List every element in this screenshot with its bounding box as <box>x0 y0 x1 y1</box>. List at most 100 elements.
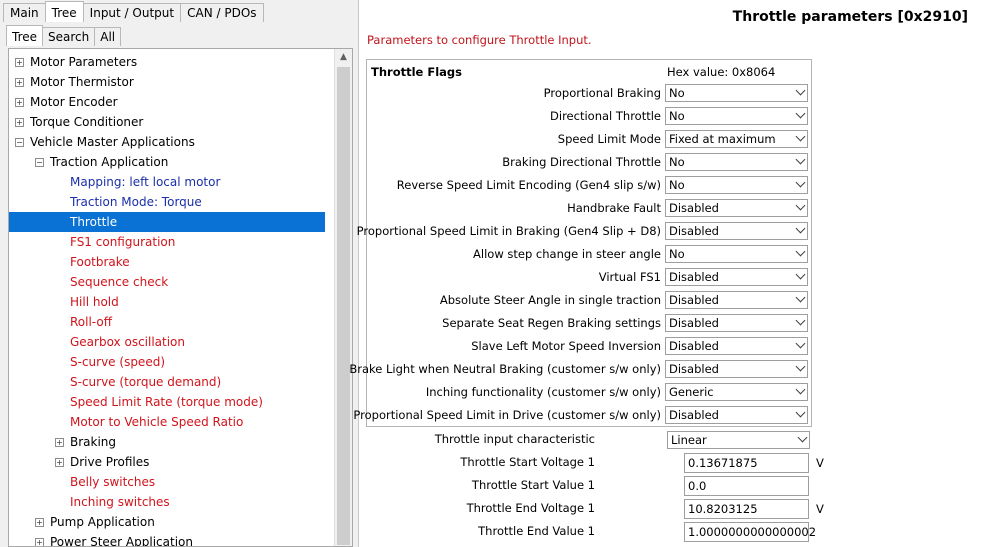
flag-row: Separate Seat Regen Braking settings Disa… <box>367 313 811 333</box>
flag-dropdown[interactable]: Disabled <box>665 360 808 378</box>
tree-item-label: Gearbox oscillation <box>70 335 186 349</box>
subtab-all[interactable]: All <box>94 27 122 46</box>
flag-label: Reverse Speed Limit Encoding (Gen4 slip … <box>396 178 661 192</box>
flag-dropdown[interactable]: Disabled <box>665 314 808 332</box>
chevron-down-icon <box>795 108 806 119</box>
tree-item[interactable]: Speed Limit Rate (torque mode) <box>9 392 329 412</box>
tree-item[interactable]: + Braking <box>9 432 329 452</box>
collapse-icon[interactable]: − <box>35 158 44 167</box>
expand-icon[interactable]: + <box>15 98 24 107</box>
chevron-down-icon <box>795 315 806 326</box>
flag-dropdown-value: Disabled <box>669 201 719 215</box>
expand-icon[interactable]: + <box>15 78 24 87</box>
flag-dropdown[interactable]: No <box>665 84 808 102</box>
flag-row: Inching functionality (customer s/w only… <box>367 382 811 402</box>
tree-item[interactable]: Belly switches <box>9 472 329 492</box>
expand-icon[interactable]: + <box>55 458 64 467</box>
param-input[interactable]: 0.13671875 <box>684 453 809 473</box>
param-input[interactable]: 10.8203125 <box>684 499 809 519</box>
chevron-down-icon <box>795 246 806 257</box>
tab-tree[interactable]: Tree <box>44 1 84 22</box>
tree-item[interactable]: Throttle <box>9 212 325 232</box>
flag-label: Absolute Steer Angle in single traction <box>439 293 661 307</box>
flag-row: Proportional Braking No <box>367 83 811 103</box>
flag-dropdown[interactable]: Disabled <box>665 268 808 286</box>
expand-icon[interactable]: + <box>15 58 24 67</box>
tree-item[interactable]: Traction Mode: Torque <box>9 192 329 212</box>
tree-item[interactable]: S-curve (speed) <box>9 352 329 372</box>
subtab-tree[interactable]: Tree <box>6 25 44 46</box>
flag-row: Reverse Speed Limit Encoding (Gen4 slip … <box>367 175 811 195</box>
flag-row: Virtual FS1 Disabled <box>367 267 811 287</box>
flag-dropdown[interactable]: No <box>665 153 808 171</box>
tree-view[interactable]: + Motor Parameters + Motor Thermistor + Motor… <box>8 48 353 547</box>
param-label: Throttle End Voltage 1 <box>466 501 595 515</box>
flag-dropdown-value: Fixed at maximum <box>669 132 776 146</box>
tree-item[interactable]: − Vehicle Master Applications <box>9 132 329 152</box>
tree-item[interactable]: Roll-off <box>9 312 329 332</box>
flag-dropdown[interactable]: No <box>665 245 808 263</box>
subtab-search[interactable]: Search <box>42 27 96 46</box>
param-dropdown-value: Linear <box>671 433 707 447</box>
expand-icon[interactable]: + <box>15 118 24 127</box>
param-label: Throttle Start Value 1 <box>471 478 595 492</box>
flag-dropdown-value: No <box>669 86 685 100</box>
flag-dropdown[interactable]: Disabled <box>665 199 808 217</box>
main-tab-bar: Main Tree Input / Output CAN / PDOs <box>3 1 264 23</box>
sub-tab-bar: Tree Search All <box>6 25 122 47</box>
tree-item[interactable]: − Traction Application <box>9 152 329 172</box>
tree-item[interactable]: Sequence check <box>9 272 329 292</box>
flag-label: Allow step change in steer angle <box>473 247 661 261</box>
tree-item-label: Throttle <box>70 215 118 229</box>
flag-dropdown[interactable]: Disabled <box>665 337 808 355</box>
tree-item-label: Sequence check <box>70 275 169 289</box>
flag-dropdown[interactable]: Disabled <box>665 291 808 309</box>
flag-dropdown[interactable]: Fixed at maximum <box>665 130 808 148</box>
flag-row: Handbrake Fault Disabled <box>367 198 811 218</box>
chevron-down-icon <box>795 269 806 280</box>
tree-item[interactable]: Inching switches <box>9 492 329 512</box>
flags-title: Throttle Flags <box>371 65 462 79</box>
scroll-thumb[interactable] <box>337 67 350 545</box>
tree-item[interactable]: + Power Steer Application <box>9 532 329 546</box>
tree-item[interactable]: FS1 configuration <box>9 232 329 252</box>
tree-item[interactable]: + Drive Profiles <box>9 452 329 472</box>
expand-icon[interactable]: + <box>35 538 44 546</box>
scroll-up-icon[interactable]: ▲ <box>335 49 352 66</box>
param-input[interactable]: 0.0 <box>684 476 809 496</box>
collapse-icon[interactable]: − <box>15 138 24 147</box>
flag-dropdown-value: Disabled <box>669 224 719 238</box>
chevron-down-icon <box>795 407 806 418</box>
tree-item[interactable]: S-curve (torque demand) <box>9 372 329 392</box>
tab-can-pdos[interactable]: CAN / PDOs <box>180 3 264 22</box>
tree-scrollbar[interactable]: ▲ <box>334 49 352 546</box>
tree-item[interactable]: Footbrake <box>9 252 329 272</box>
expand-icon[interactable]: + <box>55 438 64 447</box>
page-subtitle: Parameters to configure Throttle Input. <box>367 33 592 47</box>
param-dropdown[interactable]: Linear <box>667 431 810 449</box>
tree-item[interactable]: + Motor Thermistor <box>9 72 329 92</box>
parameters-pane: Throttle parameters [0x2910] Parameters … <box>349 0 983 547</box>
flag-dropdown[interactable]: Disabled <box>665 222 808 240</box>
flag-label: Handbrake Fault <box>567 201 661 215</box>
expand-icon[interactable]: + <box>35 518 44 527</box>
tab-input-output[interactable]: Input / Output <box>82 3 182 22</box>
flag-dropdown[interactable]: No <box>665 176 808 194</box>
tree-item[interactable]: + Pump Application <box>9 512 329 532</box>
tree-item[interactable]: + Motor Parameters <box>9 52 329 72</box>
tree-item[interactable]: Motor to Vehicle Speed Ratio <box>9 412 329 432</box>
flag-dropdown[interactable]: Generic <box>665 383 808 401</box>
tree-item[interactable]: Gearbox oscillation <box>9 332 329 352</box>
tree-item[interactable]: Mapping: left local motor <box>9 172 329 192</box>
tree-item[interactable]: + Motor Encoder <box>9 92 329 112</box>
flag-dropdown[interactable]: No <box>665 107 808 125</box>
flag-row: Speed Limit Mode Fixed at maximum <box>367 129 811 149</box>
flag-dropdown[interactable]: Disabled <box>665 406 808 424</box>
chevron-down-icon <box>795 200 806 211</box>
tree-item-label: Vehicle Master Applications <box>30 135 195 149</box>
tab-main[interactable]: Main <box>3 3 46 22</box>
flag-dropdown-value: No <box>669 155 685 169</box>
tree-item[interactable]: + Torque Conditioner <box>9 112 329 132</box>
tree-item[interactable]: Hill hold <box>9 292 329 312</box>
param-input[interactable]: 1.0000000000000002 <box>684 522 816 542</box>
